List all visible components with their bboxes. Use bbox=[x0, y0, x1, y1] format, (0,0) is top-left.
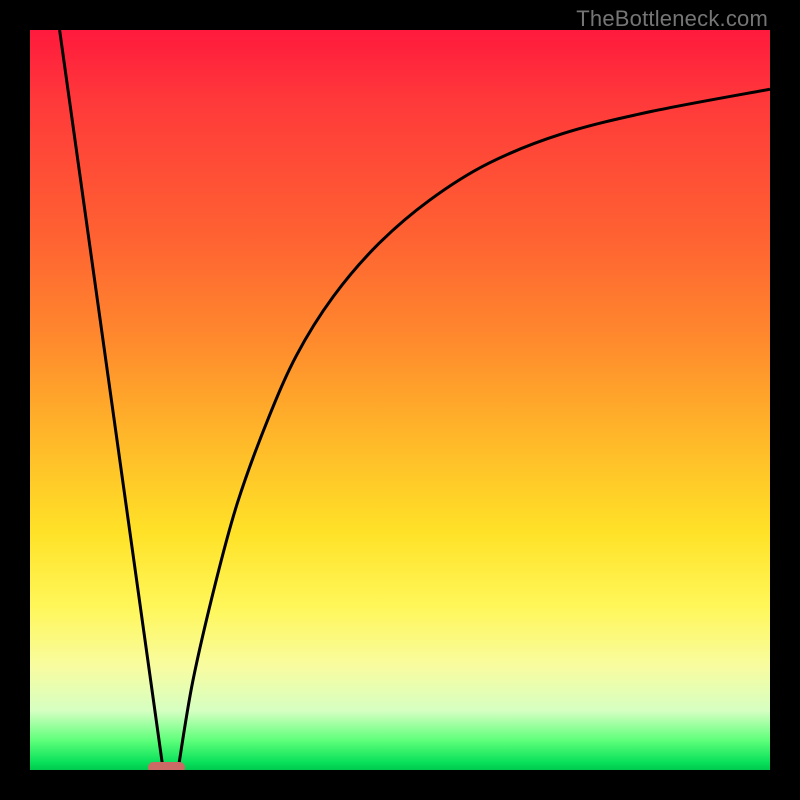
plot-area bbox=[30, 30, 770, 770]
curves-layer bbox=[30, 30, 770, 770]
left-line bbox=[60, 30, 164, 770]
chart-frame: TheBottleneck.com bbox=[0, 0, 800, 800]
watermark-text: TheBottleneck.com bbox=[576, 6, 768, 32]
right-curve bbox=[178, 89, 770, 770]
bottom-pill-marker bbox=[148, 762, 185, 770]
